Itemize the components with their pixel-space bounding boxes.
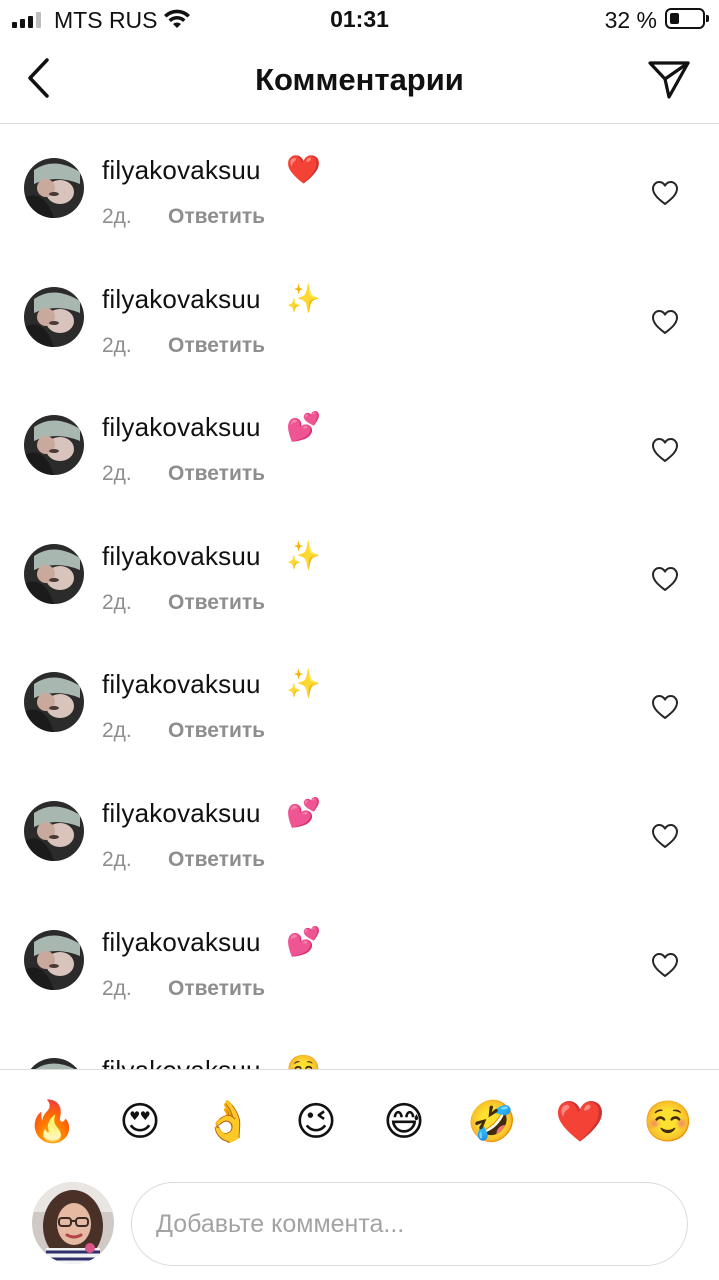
- comment-item[interactable]: filyakovaksuu 💕 2д. Ответить: [0, 768, 719, 897]
- comment-username[interactable]: filyakovaksuu: [102, 927, 261, 958]
- sweat-smile-emoji-button[interactable]: 😅: [376, 1094, 432, 1150]
- comment-text: 💕: [286, 796, 321, 828]
- comment-item[interactable]: filyakovaksuu 💕 2д. Ответить: [0, 897, 719, 1026]
- comment-text: ✨: [286, 668, 321, 700]
- comment-text: ☺️: [286, 1053, 321, 1069]
- reply-button[interactable]: Ответить: [168, 719, 265, 743]
- reply-button[interactable]: Ответить: [168, 334, 265, 358]
- reply-button[interactable]: Ответить: [168, 205, 265, 229]
- heart-icon[interactable]: [650, 822, 680, 850]
- comment-age: 2д.: [102, 719, 132, 743]
- commenter-avatar[interactable]: [24, 543, 84, 604]
- reply-button[interactable]: Ответить: [168, 591, 265, 615]
- ok-hand-emoji-button[interactable]: 👌: [200, 1094, 256, 1150]
- commenter-avatar[interactable]: [24, 415, 84, 476]
- reply-button[interactable]: Ответить: [168, 848, 265, 872]
- commenter-avatar[interactable]: [24, 929, 84, 990]
- comment-username[interactable]: filyakovaksuu: [102, 412, 261, 443]
- heart-icon[interactable]: [650, 436, 680, 464]
- current-user-avatar: [32, 1182, 114, 1264]
- heart-icon[interactable]: [650, 179, 680, 207]
- battery-percentage: 32 %: [604, 7, 657, 33]
- comments-list[interactable]: filyakovaksuu ❤️ 2д. Ответить filyakovak…: [0, 125, 719, 1069]
- comment-username[interactable]: filyakovaksuu: [102, 798, 261, 829]
- smiling-emoji-button[interactable]: ☺️: [640, 1094, 696, 1150]
- comment-age: 2д.: [102, 205, 132, 228]
- rofl-emoji-button[interactable]: 🤣: [464, 1094, 520, 1150]
- comment-age: 2д.: [102, 847, 132, 871]
- comment-item[interactable]: filyakovaksuu ✨ 2д. Ответить: [0, 511, 719, 640]
- commenter-avatar[interactable]: [24, 286, 84, 347]
- comment-item[interactable]: filyakovaksuu ✨ 2д. Ответить: [0, 254, 719, 383]
- quick-emoji-bar: 🔥 😍 👌 😉 😅 🤣 ❤️ ☺️: [0, 1094, 719, 1150]
- reply-button[interactable]: Ответить: [168, 977, 265, 1001]
- comment-username[interactable]: filyakovaksuu: [102, 1055, 261, 1069]
- status-bar: MTS RUS 01:31 32 %: [0, 0, 719, 40]
- comment-username[interactable]: filyakovaksuu: [102, 155, 261, 186]
- comment-item[interactable]: filyakovaksuu 💕 2д. Ответить: [0, 382, 719, 511]
- comment-age: 2д.: [102, 590, 132, 614]
- commenter-avatar[interactable]: [24, 800, 84, 861]
- heart-icon[interactable]: [650, 565, 680, 593]
- comment-username[interactable]: filyakovaksuu: [102, 541, 261, 572]
- comment-text: ❤️: [286, 154, 321, 185]
- heart-eyes-emoji-button[interactable]: 😍: [112, 1094, 168, 1150]
- page-title: Комментарии: [255, 62, 464, 97]
- comment-age: 2д.: [102, 462, 132, 486]
- commenter-avatar[interactable]: [24, 1058, 84, 1069]
- paper-plane-icon: [648, 61, 690, 99]
- comment-age: 2д.: [102, 976, 132, 1000]
- commenter-avatar[interactable]: [24, 158, 84, 218]
- battery-icon: [665, 8, 709, 29]
- comment-composer: 🔥 😍 👌 😉 😅 🤣 ❤️ ☺️: [0, 1069, 719, 1280]
- comment-text: 💕: [286, 925, 321, 957]
- fire-emoji-button[interactable]: 🔥: [24, 1094, 80, 1150]
- heart-icon[interactable]: [650, 951, 680, 979]
- comment-age: 2д.: [102, 333, 132, 357]
- comment-item[interactable]: filyakovaksuu ✨ 2д. Ответить: [0, 639, 719, 768]
- reply-button[interactable]: Ответить: [168, 462, 265, 486]
- heart-icon[interactable]: [650, 693, 680, 721]
- comment-username[interactable]: filyakovaksuu: [102, 284, 261, 315]
- red-heart-emoji-button[interactable]: ❤️: [552, 1094, 608, 1150]
- comment-text: 💕: [286, 411, 321, 443]
- heart-icon[interactable]: [650, 308, 680, 336]
- comment-username[interactable]: filyakovaksuu: [102, 669, 261, 700]
- commenter-avatar[interactable]: [24, 672, 84, 733]
- comment-text: ✨: [286, 539, 321, 571]
- comment-item[interactable]: filyakovaksuu ☺️ 2д. Ответить: [0, 1025, 719, 1069]
- header: Комментарии: [0, 40, 719, 124]
- comment-input[interactable]: [131, 1182, 688, 1266]
- share-button[interactable]: [645, 56, 693, 104]
- comment-item[interactable]: filyakovaksuu ❤️ 2д. Ответить: [0, 125, 719, 254]
- wink-emoji-button[interactable]: 😉: [288, 1094, 344, 1150]
- comment-text: ✨: [286, 282, 321, 314]
